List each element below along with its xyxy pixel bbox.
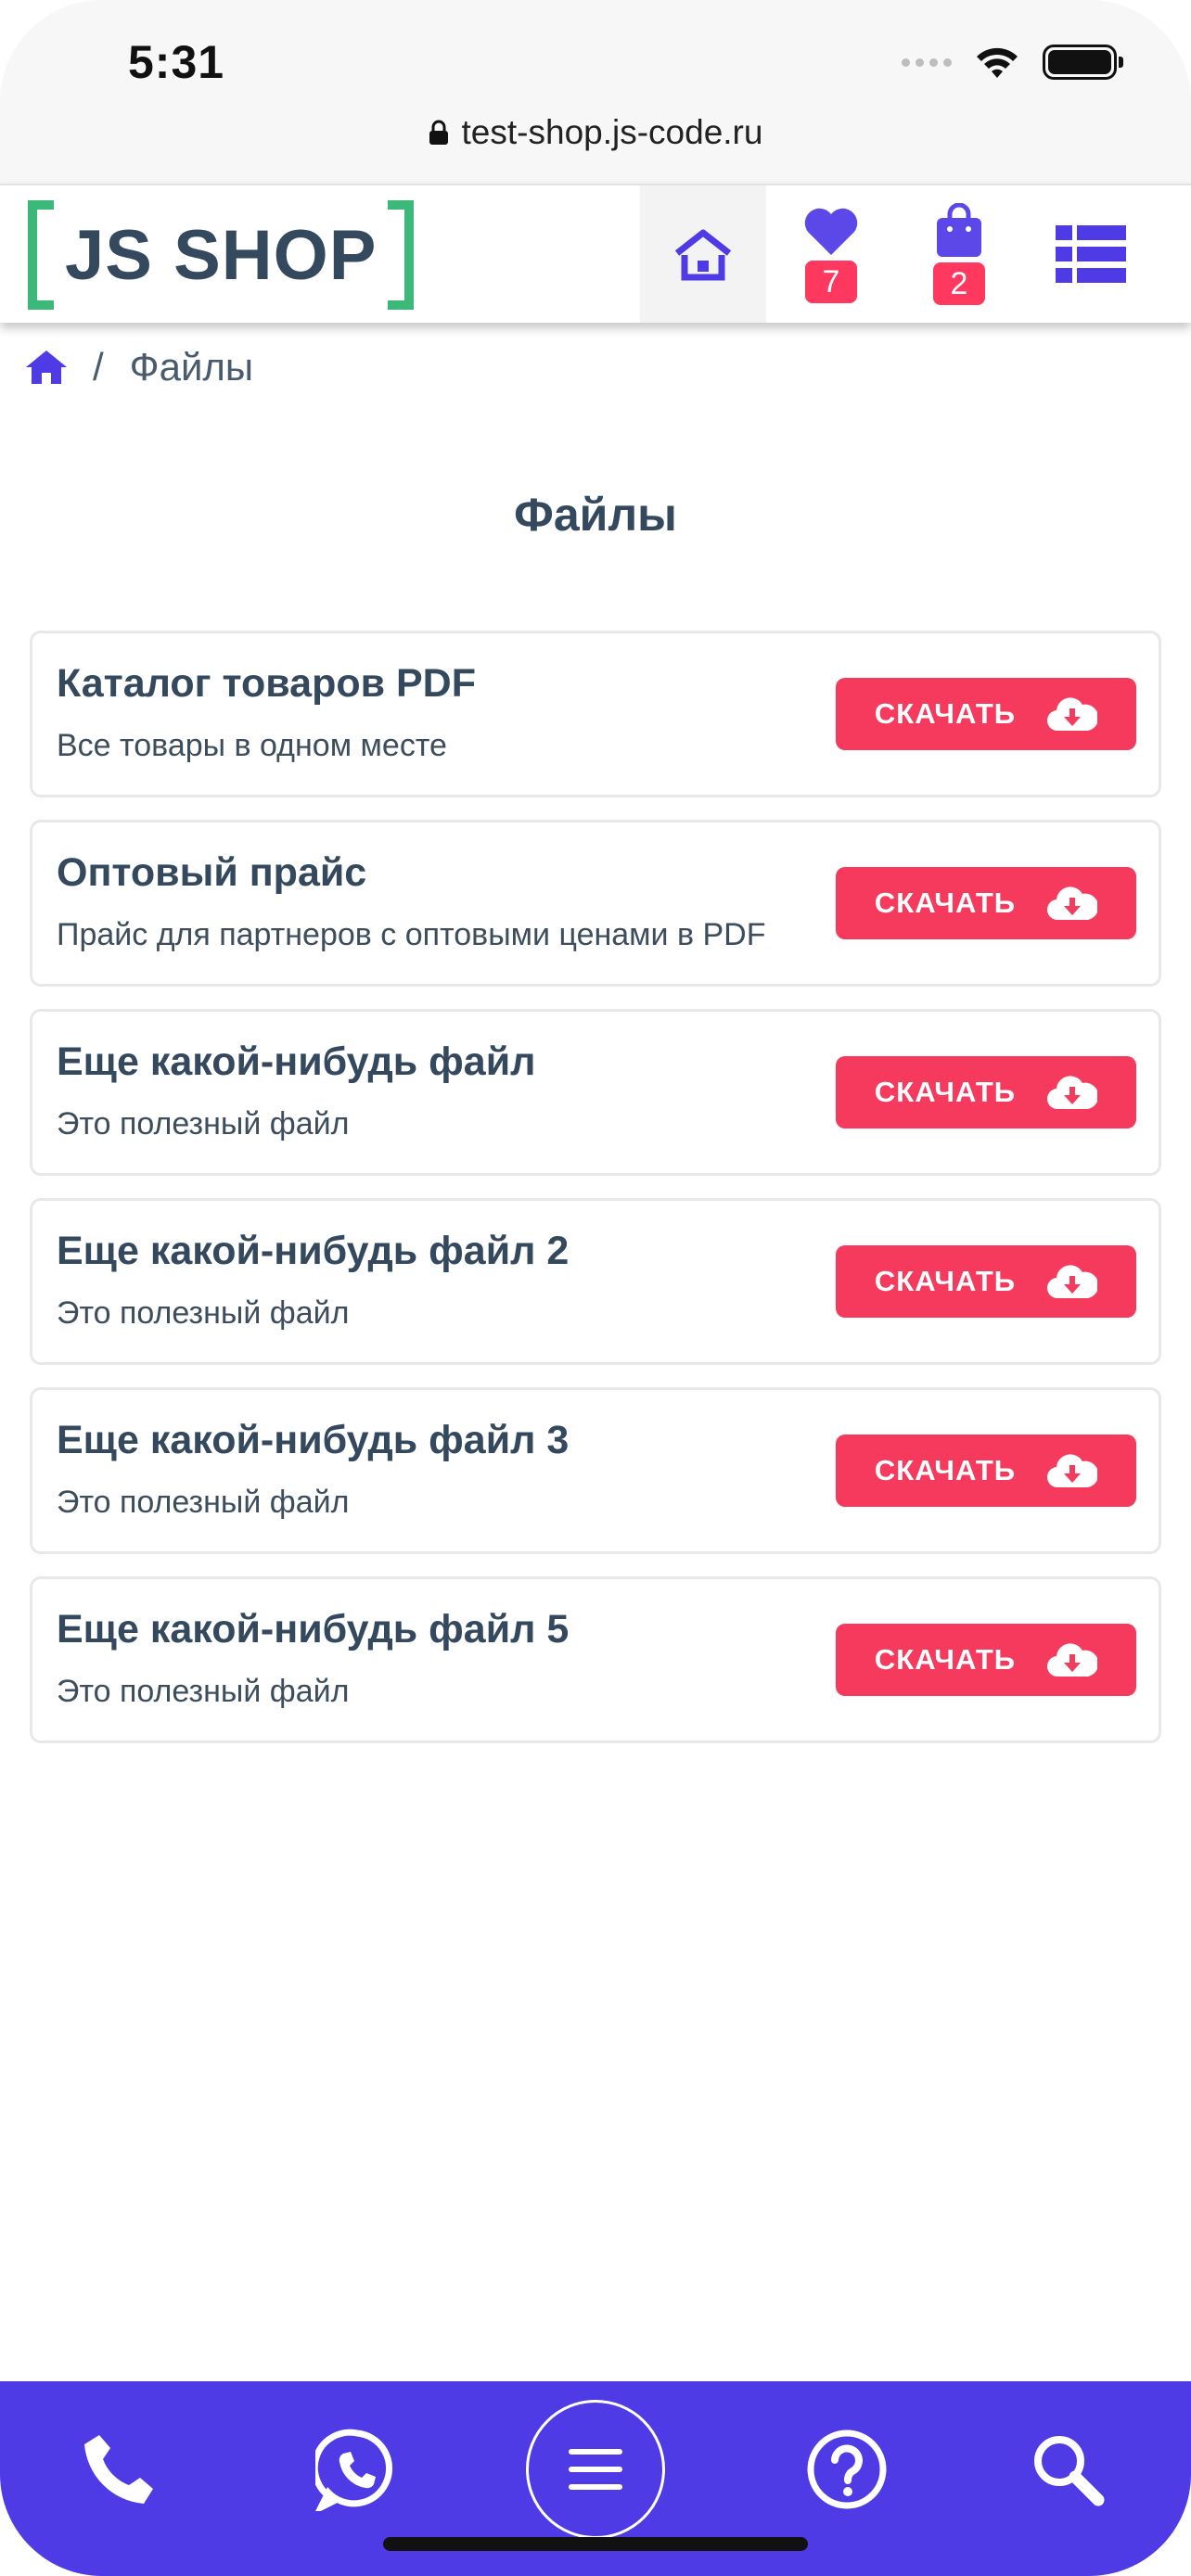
notch: [302, 0, 889, 87]
search-icon: [1034, 2436, 1105, 2506]
file-title: Еще какой-нибудь файл 2: [57, 1229, 570, 1273]
home-indicator[interactable]: [383, 2537, 808, 2551]
breadcrumb-current: Файлы: [129, 345, 254, 389]
favorites-count-badge: 7: [805, 261, 857, 303]
download-button-label: СКАЧАТЬ: [874, 1076, 1017, 1108]
menu-circle: [526, 2400, 665, 2539]
nav-favorites-button[interactable]: 7: [768, 185, 894, 323]
heart-icon: [804, 208, 858, 255]
nav-cart-button[interactable]: 2: [896, 185, 1022, 323]
cart-count-badge: 2: [933, 262, 985, 305]
logo-bracket-left: [28, 200, 54, 310]
cloud-download-icon: [1047, 1454, 1098, 1488]
main-menu-button[interactable]: [526, 2400, 665, 2539]
file-card: Еще какой-нибудь файл 5 Это полезный фай…: [30, 1576, 1161, 1743]
download-button[interactable]: СКАЧАТЬ: [836, 1056, 1136, 1129]
download-button-label: СКАЧАТЬ: [874, 886, 1017, 919]
breadcrumb: / Файлы: [26, 345, 253, 389]
cloud-download-icon: [1047, 1076, 1098, 1110]
logo-bracket-right: [388, 200, 415, 310]
file-description: Это полезный файл: [57, 1485, 350, 1520]
whatsapp-button[interactable]: [288, 2409, 427, 2530]
download-button-label: СКАЧАТЬ: [874, 1643, 1017, 1676]
download-button[interactable]: СКАЧАТЬ: [836, 1624, 1136, 1696]
download-button-label: СКАЧАТЬ: [874, 1454, 1017, 1486]
phone-icon: [84, 2435, 153, 2504]
file-title: Еще какой-нибудь файл 3: [57, 1418, 570, 1462]
cloud-download-icon: [1047, 1643, 1098, 1677]
status-time: 5:31: [128, 36, 225, 88]
wifi-icon: [977, 47, 1018, 78]
file-card: Еще какой-нибудь файл 2 Это полезный фай…: [30, 1198, 1161, 1365]
lock-icon: [429, 120, 448, 145]
search-button[interactable]: [998, 2409, 1137, 2530]
status-indicators: [902, 45, 1123, 80]
download-button[interactable]: СКАЧАТЬ: [836, 678, 1136, 750]
file-description: Это полезный файл: [57, 1106, 350, 1141]
file-title: Каталог товаров PDF: [57, 661, 476, 706]
file-card: Еще какой-нибудь файл Это полезный файл …: [30, 1009, 1161, 1176]
cloud-download-icon: [1047, 886, 1098, 921]
home-icon: [674, 229, 732, 281]
help-icon: [807, 2429, 887, 2509]
logo[interactable]: JS SHOP: [28, 200, 415, 310]
download-button[interactable]: СКАЧАТЬ: [836, 1435, 1136, 1507]
file-title: Еще какой-нибудь файл 5: [57, 1607, 570, 1651]
file-description: Это полезный файл: [57, 1295, 350, 1331]
download-button-label: СКАЧАТЬ: [874, 697, 1017, 730]
download-button[interactable]: СКАЧАТЬ: [836, 1245, 1136, 1318]
page-title: Файлы: [514, 489, 677, 541]
cloud-download-icon: [1047, 1265, 1098, 1299]
file-description: Все товары в одном месте: [57, 728, 447, 763]
whatsapp-icon: [315, 2429, 393, 2511]
download-button[interactable]: СКАЧАТЬ: [836, 867, 1136, 939]
file-list: Каталог товаров PDF Все товары в одном м…: [30, 631, 1161, 1766]
menu-icon: [569, 2449, 622, 2490]
breadcrumb-home-icon[interactable]: [26, 349, 67, 386]
file-description: Это полезный файл: [57, 1674, 350, 1709]
file-title: Еще какой-нибудь файл: [57, 1039, 536, 1084]
help-button[interactable]: [777, 2409, 916, 2530]
file-card: Каталог товаров PDF Все товары в одном м…: [30, 631, 1161, 797]
nav-home-button[interactable]: [640, 185, 766, 323]
file-card: Еще какой-нибудь файл 3 Это полезный фай…: [30, 1387, 1161, 1554]
call-button[interactable]: [49, 2409, 188, 2530]
file-title: Оптовый прайс: [57, 850, 367, 895]
site-header: JS SHOP 7 2: [0, 184, 1191, 323]
battery-icon: [1043, 45, 1123, 80]
signal-icon: [902, 57, 952, 67]
address-bar[interactable]: test-shop.js-code.ru: [0, 113, 1191, 152]
list-icon: [1056, 225, 1126, 283]
download-button-label: СКАЧАТЬ: [874, 1265, 1017, 1297]
file-description: Прайс для партнеров с оптовыми ценами в …: [57, 917, 766, 952]
shopping-bag-icon: [937, 203, 981, 257]
nav-list-button[interactable]: [1028, 185, 1154, 323]
logo-text: JS SHOP: [65, 215, 378, 295]
address-url: test-shop.js-code.ru: [461, 113, 763, 151]
browser-top-bar: 5:31 test-shop.js-code.ru: [0, 0, 1191, 184]
cloud-download-icon: [1047, 697, 1098, 732]
file-card: Оптовый прайс Прайс для партнеров с опто…: [30, 820, 1161, 987]
breadcrumb-separator: /: [93, 345, 104, 389]
